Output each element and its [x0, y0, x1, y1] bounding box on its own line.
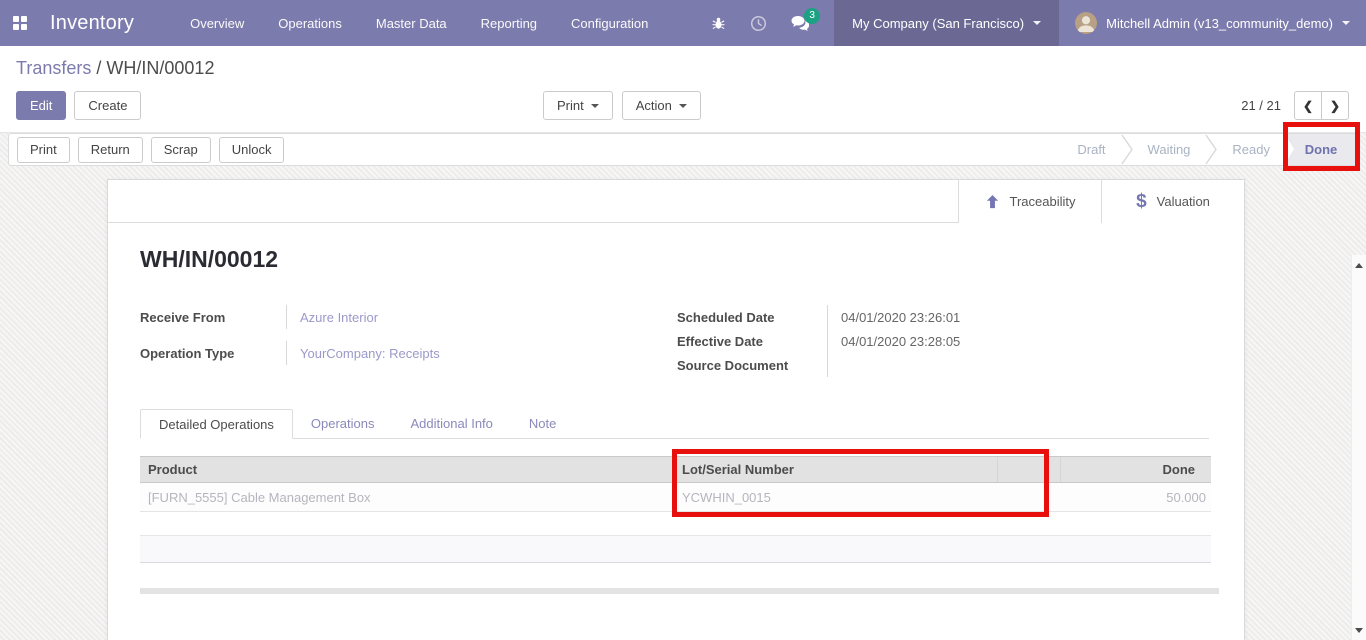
content-area: Traceability $ Valuation WH/IN/00012 Rec… [0, 133, 1366, 640]
user-menu[interactable]: Mitchell Admin (v13_community_demo) [1059, 0, 1366, 46]
header-done: Done [1061, 462, 1211, 477]
operation-type-label: Operation Type [140, 341, 286, 365]
field-groups: Receive From Azure Interior Operation Ty… [140, 305, 1214, 377]
messages-chat-icon[interactable]: 3 [791, 16, 810, 31]
tab-note[interactable]: Note [511, 409, 574, 438]
print-button[interactable]: Print [17, 137, 70, 163]
form-statusbar: Print Return Scrap Unlock Draft Waiting … [8, 133, 1358, 166]
tab-additional-info[interactable]: Additional Info [393, 409, 511, 438]
list-bottom-bar [140, 588, 1219, 594]
arrow-up-icon [985, 194, 1000, 209]
apps-grid-icon [13, 16, 27, 30]
source-document-label: Source Document [677, 353, 827, 377]
status-draft[interactable]: Draft [1062, 142, 1120, 157]
receive-from-value[interactable]: Azure Interior [286, 305, 616, 329]
chevron-right-icon [1121, 134, 1133, 165]
menu-reporting[interactable]: Reporting [481, 16, 537, 31]
source-document-value [827, 353, 1167, 377]
messages-count-badge: 3 [804, 8, 820, 24]
top-menu: Overview Operations Master Data Reportin… [190, 0, 648, 46]
header-extra [998, 457, 1061, 482]
user-name: Mitchell Admin (v13_community_demo) [1106, 16, 1333, 31]
action-dropdown[interactable]: Action [622, 91, 701, 120]
scrap-button[interactable]: Scrap [151, 137, 211, 163]
cell-lot-serial-number: YCWHIN_0015 [673, 483, 998, 511]
caret-down-icon [679, 104, 687, 108]
status-waiting[interactable]: Waiting [1133, 142, 1206, 157]
button-box: Traceability $ Valuation [108, 180, 1244, 223]
tab-detailed-operations[interactable]: Detailed Operations [140, 409, 293, 439]
empty-list-stripe [140, 535, 1211, 563]
scroll-up-arrow-icon[interactable] [1355, 263, 1363, 268]
pager-previous-button[interactable]: ❮ [1294, 91, 1322, 120]
breadcrumb-transfers-link[interactable]: Transfers [16, 58, 91, 78]
scheduled-date-value: 04/01/2020 23:26:01 [827, 305, 1167, 329]
breadcrumb: Transfers / WH/IN/00012 [16, 58, 214, 79]
return-button[interactable]: Return [78, 137, 143, 163]
status-done-active[interactable]: Done [1285, 134, 1357, 165]
unlock-button[interactable]: Unlock [219, 137, 285, 163]
company-name: My Company (San Francisco) [852, 16, 1024, 31]
create-button[interactable]: Create [74, 91, 141, 120]
menu-operations[interactable]: Operations [278, 16, 342, 31]
vertical-scrollbar[interactable] [1351, 255, 1366, 640]
caret-down-icon [1033, 21, 1041, 25]
pager-count: 21 / 21 [1241, 98, 1281, 113]
menu-configuration[interactable]: Configuration [571, 16, 648, 31]
effective-date-value: 04/01/2020 23:28:05 [827, 329, 1167, 353]
top-navbar: Inventory Overview Operations Master Dat… [0, 0, 1366, 46]
status-ready[interactable]: Ready [1217, 142, 1285, 157]
form-sheet: Traceability $ Valuation WH/IN/00012 Rec… [107, 179, 1245, 640]
menu-overview[interactable]: Overview [190, 16, 244, 31]
effective-date-label: Effective Date [677, 329, 827, 353]
control-panel: Transfers / WH/IN/00012 Edit Create Prin… [0, 46, 1366, 133]
edit-button[interactable]: Edit [16, 91, 66, 120]
cell-done-qty: 50.000 [1061, 490, 1211, 505]
header-product: Product [140, 457, 673, 482]
record-title: WH/IN/00012 [140, 246, 278, 273]
operation-type-value[interactable]: YourCompany: Receipts [286, 341, 616, 365]
debug-bug-icon[interactable] [711, 16, 726, 31]
activities-clock-icon[interactable] [750, 15, 767, 32]
breadcrumb-separator: / [96, 58, 101, 78]
chevron-right-icon [1205, 134, 1217, 165]
notebook-tabs: Detailed Operations Operations Additiona… [140, 409, 1209, 439]
print-dropdown[interactable]: Print [543, 91, 613, 120]
header-lot-serial-number: Lot/Serial Number [673, 457, 998, 482]
scroll-down-arrow-icon[interactable] [1355, 628, 1363, 633]
app-name[interactable]: Inventory [40, 0, 144, 46]
receive-from-label: Receive From [140, 305, 286, 329]
screen: Inventory Overview Operations Master Dat… [0, 0, 1366, 640]
menu-master-data[interactable]: Master Data [376, 16, 447, 31]
detailed-operations-table: Product Lot/Serial Number Done [FURN_555… [140, 456, 1211, 512]
breadcrumb-current: WH/IN/00012 [106, 58, 214, 78]
caret-down-icon [1342, 21, 1350, 25]
table-header-row: Product Lot/Serial Number Done [140, 456, 1211, 483]
apps-menu-button[interactable] [0, 0, 40, 46]
pager-next-button[interactable]: ❯ [1321, 91, 1349, 120]
avatar [1075, 12, 1097, 34]
tab-operations[interactable]: Operations [293, 409, 393, 438]
caret-down-icon [591, 104, 599, 108]
table-row[interactable]: [FURN_5555] Cable Management Box YCWHIN_… [140, 483, 1211, 512]
status-pipeline: Draft Waiting Ready Done [1062, 134, 1357, 165]
scheduled-date-label: Scheduled Date [677, 305, 827, 329]
cell-product: [FURN_5555] Cable Management Box [140, 483, 673, 511]
dollar-icon: $ [1136, 191, 1147, 213]
valuation-button[interactable]: $ Valuation [1101, 180, 1244, 223]
cell-extra [998, 483, 1061, 511]
traceability-button[interactable]: Traceability [958, 180, 1101, 223]
company-switcher[interactable]: My Company (San Francisco) [834, 0, 1059, 46]
